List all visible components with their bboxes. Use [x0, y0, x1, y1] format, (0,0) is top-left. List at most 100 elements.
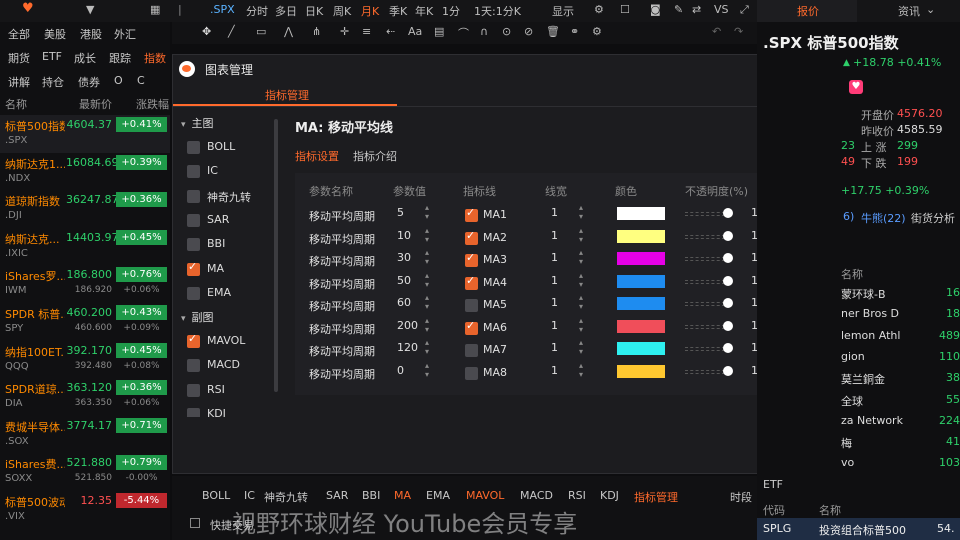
tree-item-macd[interactable]: MACD — [187, 357, 277, 375]
list-item[interactable]: 莫兰銅金 38 — [841, 369, 960, 389]
rect-tool-icon[interactable]: ▭ — [256, 25, 266, 38]
tab-us[interactable]: 美股 — [44, 26, 66, 42]
indicator-tab-ic[interactable]: IC — [244, 489, 255, 502]
item-checkbox[interactable] — [187, 141, 200, 154]
subtab-settings[interactable]: 指标设置 — [295, 148, 339, 164]
opacity-slider[interactable] — [685, 324, 725, 329]
grid-icon[interactable]: ▦ — [150, 3, 160, 16]
stepper-icon[interactable]: ▴ ▾ — [425, 271, 429, 289]
tree-item-kdj[interactable]: KDJ — [187, 406, 277, 417]
table-row[interactable]: 纳斯达克1... .NDX 16084.69 +0.39% — [0, 153, 170, 191]
list-item[interactable]: za Network 224 — [841, 412, 960, 432]
expand-icon[interactable]: ⤢ — [740, 3, 749, 17]
slider-knob[interactable] — [723, 343, 733, 353]
slider-knob[interactable] — [723, 298, 733, 308]
color-swatch[interactable] — [617, 364, 665, 378]
brush-icon[interactable]: ⌒ — [458, 25, 469, 41]
text-tool-icon[interactable]: Aa — [408, 25, 422, 38]
tab-indicator-manage[interactable]: 指标管理 — [265, 87, 309, 103]
color-swatch[interactable] — [617, 274, 665, 288]
gear-icon[interactable]: ⚙ — [594, 3, 604, 16]
stepper-icon[interactable]: ▴ ▾ — [579, 361, 583, 379]
indicator-tab-神奇九转[interactable]: 神奇九转 — [264, 489, 308, 505]
table-row[interactable]: 标普500指数 .SPX 4604.37 +0.41% — [0, 115, 170, 153]
line-width-input[interactable]: 1 — [551, 364, 558, 377]
tab-hk[interactable]: 港股 — [80, 26, 102, 42]
stepper-icon[interactable]: ▴ ▾ — [579, 316, 583, 334]
line-checkbox[interactable] — [465, 319, 478, 335]
tab-growth[interactable]: 成长 — [74, 50, 96, 66]
table-row[interactable]: 费城半导体... .SOX 3774.17 +0.71% — [0, 416, 170, 454]
tab-period-1min[interactable]: 1分 — [442, 3, 460, 19]
table-row[interactable]: iShares罗... IWM 186.800 186.920 +0.76% +0.06% — [0, 265, 170, 303]
pencil-icon[interactable]: ✎ — [674, 3, 683, 16]
list-item[interactable]: 全球 55 — [841, 391, 960, 411]
list-item[interactable]: 梅 41 — [841, 433, 960, 453]
camera-icon[interactable]: ◙ — [650, 3, 661, 16]
indicator-tab-boll[interactable]: BOLL — [202, 489, 230, 502]
line-width-input[interactable]: 1 — [551, 206, 558, 219]
item-checkbox[interactable] — [187, 359, 200, 373]
arrow-tool-icon[interactable]: ⇠ — [386, 25, 395, 38]
tab-explain[interactable]: 讲解 — [8, 74, 30, 90]
tab-index[interactable]: 指数 — [144, 50, 166, 66]
vs-button[interactable]: VS — [714, 3, 729, 16]
item-checkbox[interactable] — [187, 260, 200, 276]
tree-item-boll[interactable]: BOLL — [187, 139, 277, 157]
tree-item-bbi[interactable]: BBI — [187, 236, 277, 254]
line-width-input[interactable]: 1 — [551, 251, 558, 264]
opacity-slider[interactable] — [685, 257, 725, 261]
tab-period-multiday[interactable]: 多日 — [275, 3, 297, 19]
param-value-input[interactable]: 200 — [397, 319, 418, 332]
table-row[interactable]: SPDR道琼... DIA 363.120 363.350 +0.36% +0.06% — [0, 378, 170, 416]
symbol-label[interactable]: .SPX — [210, 3, 235, 16]
subtab-intro[interactable]: 指标介绍 — [353, 148, 397, 164]
etf-row[interactable]: SPLG 投资组合标普500 54. — [757, 518, 960, 540]
item-checkbox[interactable] — [187, 383, 200, 397]
table-row[interactable]: 标普500波动... .VIX 12.35-5.44% — [0, 491, 170, 529]
param-value-input[interactable]: 0 — [397, 364, 404, 377]
stepper-icon[interactable]: ▴ ▾ — [425, 203, 429, 221]
tree-item-ema[interactable]: EMA — [187, 285, 277, 303]
line-checkbox[interactable] — [465, 229, 478, 245]
tab-o[interactable]: O — [114, 74, 123, 87]
tree-item-ic[interactable]: IC — [187, 163, 277, 181]
heart-icon[interactable]: ♥ — [849, 80, 863, 94]
heart-icon[interactable]: ♥ — [22, 1, 34, 16]
tab-period-day[interactable]: 日K — [305, 3, 323, 19]
color-swatch[interactable] — [617, 229, 665, 243]
stepper-icon[interactable]: ▴ ▾ — [425, 226, 429, 244]
param-value-input[interactable]: 10 — [397, 229, 411, 242]
slider-knob[interactable] — [723, 208, 733, 218]
tab-period-quarter[interactable]: 季K — [389, 3, 407, 19]
indicator-tab-mavol[interactable]: MAVOL — [466, 489, 504, 502]
slider-knob[interactable] — [723, 253, 733, 263]
tab-quote[interactable]: 报价 — [797, 3, 819, 19]
hide-icon[interactable]: ⊘ — [524, 25, 533, 38]
item-checkbox[interactable] — [187, 189, 200, 203]
table-row[interactable]: SPDR 标普... SPY 460.200 460.600 +0.43% +0.09% — [0, 303, 170, 341]
indicator-tab-bbi[interactable]: BBI — [362, 489, 380, 502]
list-item[interactable]: 蒙环球-B 16 — [841, 284, 960, 304]
section-sub[interactable]: ▾ 副图 — [181, 309, 214, 325]
line-tool-icon[interactable]: ╱ — [228, 25, 235, 38]
color-swatch[interactable] — [617, 342, 665, 355]
tab-fx[interactable]: 外汇 — [114, 26, 136, 42]
tab-news[interactable]: 资讯 — [898, 3, 920, 19]
redo-icon[interactable]: ↷ — [734, 25, 743, 38]
list-item[interactable]: gion 110 — [841, 348, 960, 368]
tab-street-analysis[interactable]: 街货分析 — [911, 210, 955, 226]
settings-icon[interactable]: ⚙ — [592, 25, 602, 38]
item-checkbox[interactable] — [187, 165, 200, 179]
slider-knob[interactable] — [723, 230, 733, 241]
indicator-tab-sar[interactable]: SAR — [326, 489, 348, 502]
param-value-input[interactable]: 60 — [397, 296, 411, 309]
stepper-icon[interactable]: ▴ ▾ — [425, 361, 429, 379]
stepper-icon[interactable]: ▴ ▾ — [425, 248, 429, 266]
eye-icon[interactable]: ⊙ — [502, 25, 511, 38]
tree-item-神奇九转[interactable]: 神奇九转 — [187, 188, 277, 206]
move-icon[interactable]: ✥ — [202, 25, 211, 38]
filter-icon[interactable]: ▼ — [86, 3, 94, 16]
stepper-icon[interactable]: ▴ ▾ — [425, 293, 429, 311]
line-width-input[interactable]: 1 — [551, 274, 558, 287]
